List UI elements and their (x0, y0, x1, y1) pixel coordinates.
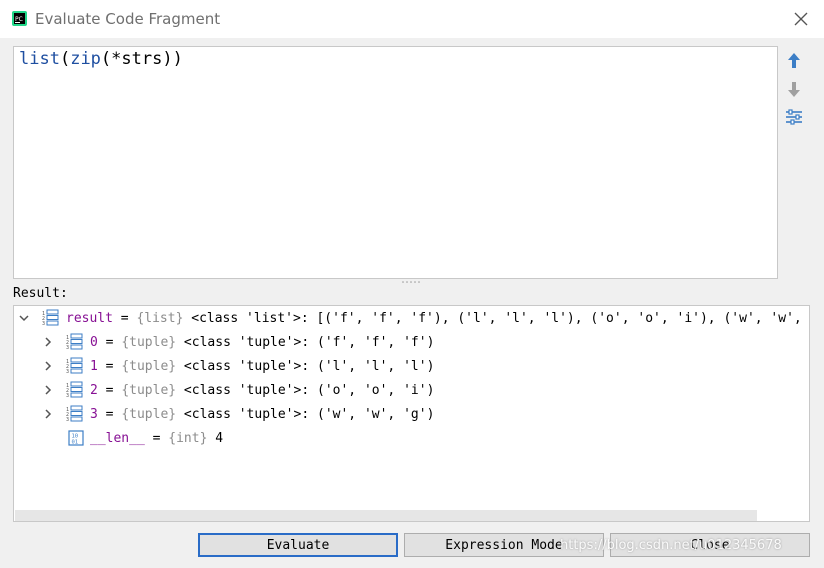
int-icon: 10 01 (68, 430, 84, 446)
var-type: {list} (136, 311, 184, 326)
chevron-right-icon[interactable] (42, 384, 54, 396)
var-value: <class 'tuple'>: ('f', 'f', 'f') (176, 335, 435, 350)
svg-text:01: 01 (72, 440, 79, 446)
var-name: 3 (90, 407, 98, 422)
list-icon: 1 2 3 (42, 309, 59, 327)
var-type: {int} (168, 431, 208, 446)
equals-sign: = (144, 431, 169, 446)
chevron-right-icon[interactable] (42, 360, 54, 372)
equals-sign: = (97, 383, 122, 398)
code-editor[interactable]: list(zip(*strs)) (13, 46, 778, 279)
close-icon[interactable] (790, 8, 812, 30)
var-type: {tuple} (121, 359, 177, 374)
var-type: {tuple} (121, 407, 177, 422)
result-label: Result: (13, 286, 68, 301)
evaluate-button-label: Evaluate (266, 537, 330, 553)
chevron-right-icon[interactable] (42, 336, 54, 348)
var-value: <class 'list'>: [('f', 'f', 'f'), ('l', … (183, 311, 810, 326)
history-down-icon[interactable] (784, 79, 804, 99)
code-line: list(zip(*strs)) (19, 49, 183, 69)
equals-sign: = (97, 359, 122, 374)
equals-sign: = (112, 311, 137, 326)
var-name: 2 (90, 383, 98, 398)
var-name: __len__ (90, 431, 145, 446)
code-function-list: list (19, 49, 60, 69)
svg-text:3: 3 (66, 417, 69, 423)
tree-row-len[interactable]: 10 01 __len__ = {int} 4 (14, 428, 809, 450)
svg-text:3: 3 (66, 369, 69, 375)
tree-row-3[interactable]: 1 2 3 3 = {tuple} <class 'tuple'>: ('w',… (14, 404, 809, 426)
list-icon: 1 2 3 (66, 357, 83, 375)
svg-text:3: 3 (66, 345, 69, 351)
var-name: result (66, 311, 113, 326)
var-value: 4 (207, 431, 224, 446)
tree-row-0[interactable]: 1 2 3 0 = {tuple} <class 'tuple'>: ('f',… (14, 332, 809, 354)
equals-sign: = (97, 335, 122, 350)
horizontal-scrollbar[interactable] (15, 510, 757, 521)
evaluate-button[interactable]: Evaluate (198, 533, 398, 557)
tree-row-result[interactable]: 1 2 3 result = {list} <class 'list'>: [(… (14, 308, 809, 330)
list-icon: 1 2 3 (66, 405, 83, 423)
code-paren: ( (59, 49, 71, 69)
title-bar: PC Evaluate Code Fragment (0, 0, 824, 38)
splitter-grip-icon[interactable] (400, 280, 422, 285)
svg-text:PC: PC (15, 16, 23, 23)
chevron-down-icon[interactable] (18, 312, 30, 324)
var-value: <class 'tuple'>: ('o', 'o', 'i') (176, 383, 435, 398)
pycharm-icon: PC (12, 11, 27, 26)
var-value: <class 'tuple'>: ('w', 'w', 'g') (176, 407, 435, 422)
list-icon: 1 2 3 (66, 381, 83, 399)
svg-text:3: 3 (66, 393, 69, 399)
list-icon: 1 2 3 (66, 333, 83, 351)
var-value: <class 'tuple'>: ('l', 'l', 'l') (176, 359, 435, 374)
settings-icon[interactable] (784, 107, 804, 127)
window-title: Evaluate Code Fragment (35, 10, 221, 28)
watermark: https://blog.csdn.net/u012345678 (560, 538, 782, 553)
var-type: {tuple} (121, 335, 177, 350)
var-name: 0 (90, 335, 98, 350)
equals-sign: = (97, 407, 122, 422)
svg-text:3: 3 (42, 321, 45, 327)
tree-row-1[interactable]: 1 2 3 1 = {tuple} <class 'tuple'>: ('l',… (14, 356, 809, 378)
result-tree[interactable]: 1 2 3 result = {list} <class 'list'>: [(… (13, 305, 810, 522)
var-type: {tuple} (121, 383, 177, 398)
history-up-icon[interactable] (784, 51, 804, 71)
code-function-zip: zip (70, 49, 101, 69)
expression-mode-button-label: Expression Mode (445, 537, 563, 553)
code-args: (*strs)) (100, 49, 183, 69)
var-name: 1 (90, 359, 98, 374)
chevron-right-icon[interactable] (42, 408, 54, 420)
tree-row-2[interactable]: 1 2 3 2 = {tuple} <class 'tuple'>: ('o',… (14, 380, 809, 402)
